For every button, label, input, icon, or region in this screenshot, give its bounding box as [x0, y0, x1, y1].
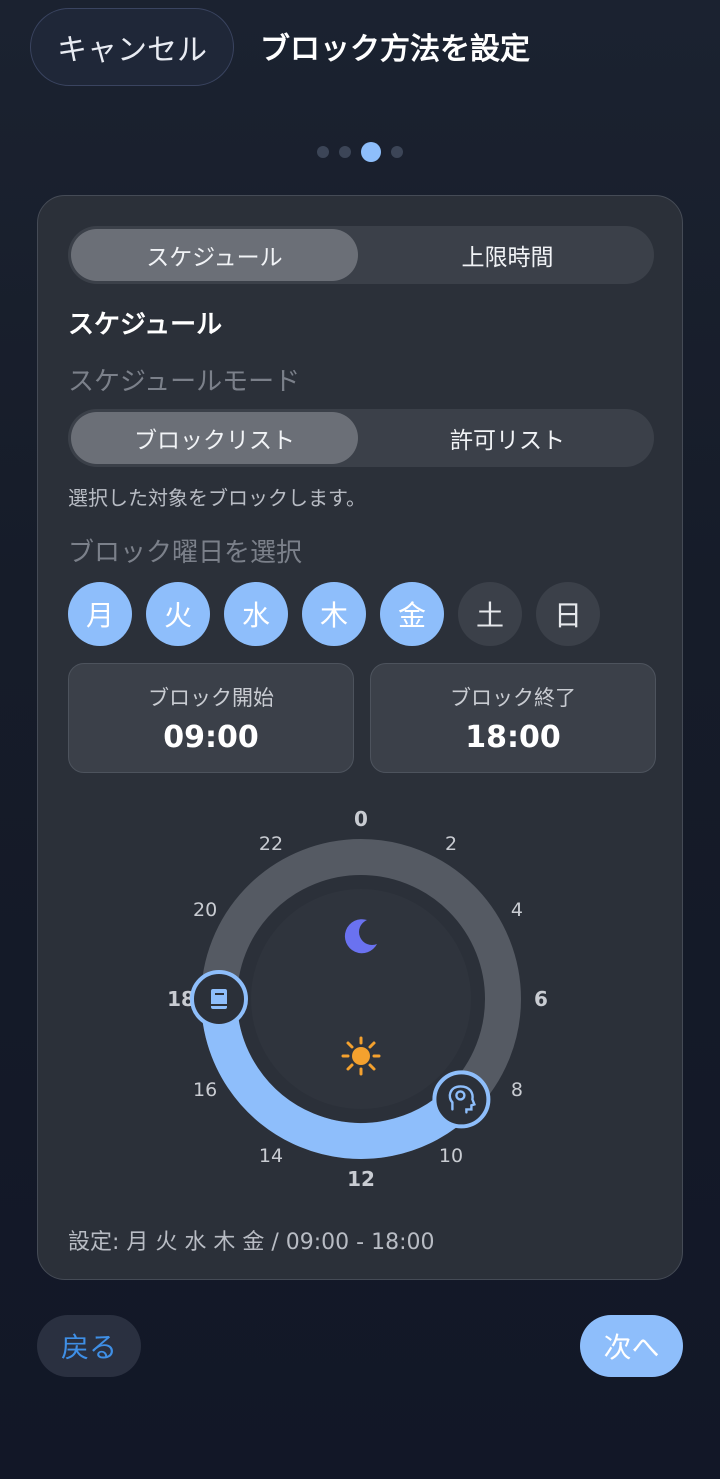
hour-label-8: 8	[511, 1079, 523, 1101]
day-tue[interactable]: 火	[146, 582, 210, 646]
book-icon	[211, 989, 227, 1009]
hour-label-14: 14	[259, 1145, 283, 1167]
hour-label-2: 2	[445, 833, 457, 855]
day-sat[interactable]: 土	[458, 582, 522, 646]
hour-label-4: 4	[511, 899, 523, 921]
day-selector: 月 火 水 木 金 土 日	[68, 582, 600, 646]
settings-card: スケジュール 上限時間 スケジュール スケジュールモード ブロックリスト 許可リ…	[37, 195, 683, 1280]
block-type-tabs: スケジュール 上限時間	[68, 226, 654, 284]
schedule-mode-toggle: ブロックリスト 許可リスト	[68, 409, 654, 467]
page-dot-2	[339, 146, 351, 158]
start-time-label: ブロック開始	[148, 686, 274, 710]
end-time-box[interactable]: ブロック終了 18:00	[370, 663, 656, 773]
section-title: スケジュール	[68, 310, 223, 340]
schedule-summary: 設定: 月 火 水 木 金 / 09:00 - 18:00	[68, 1230, 435, 1255]
days-label: ブロック曜日を選択	[68, 538, 303, 568]
start-time-box[interactable]: ブロック開始 09:00	[68, 663, 354, 773]
time-dial[interactable]: 0246810121416182022	[158, 806, 564, 1196]
schedule-mode-label: スケジュールモード	[68, 367, 301, 397]
hour-label-16: 16	[193, 1079, 217, 1101]
end-handle[interactable]	[190, 970, 248, 1028]
hour-label-20: 20	[193, 899, 217, 921]
day-wed[interactable]: 水	[224, 582, 288, 646]
hour-label-22: 22	[259, 833, 283, 855]
hour-label-6: 6	[534, 987, 548, 1011]
tab-time-limit[interactable]: 上限時間	[364, 229, 651, 281]
page-dot-3-current	[361, 142, 381, 162]
cancel-button[interactable]: キャンセル	[30, 8, 234, 86]
page-indicator	[0, 142, 720, 162]
hour-label-10: 10	[439, 1145, 463, 1167]
hour-label-0: 0	[354, 807, 368, 831]
day-fri[interactable]: 金	[380, 582, 444, 646]
page-dot-4	[391, 146, 403, 158]
sun-icon	[341, 1036, 381, 1076]
end-time-value: 18:00	[465, 720, 561, 755]
next-button[interactable]: 次へ	[580, 1315, 683, 1377]
day-mon[interactable]: 月	[68, 582, 132, 646]
back-button[interactable]: 戻る	[37, 1315, 141, 1377]
tab-schedule[interactable]: スケジュール	[71, 229, 358, 281]
hour-label-12: 12	[347, 1167, 375, 1191]
start-time-value: 09:00	[163, 720, 259, 755]
end-time-label: ブロック終了	[450, 686, 576, 710]
mode-blocklist[interactable]: ブロックリスト	[71, 412, 358, 464]
day-sun[interactable]: 日	[536, 582, 600, 646]
start-handle[interactable]	[432, 1070, 491, 1129]
page-dot-1	[317, 146, 329, 158]
mode-hint: 選択した対象をブロックします。	[68, 486, 366, 510]
day-thu[interactable]: 木	[302, 582, 366, 646]
page-title: ブロック方法を設定	[260, 32, 530, 67]
mode-allowlist[interactable]: 許可リスト	[364, 412, 651, 464]
